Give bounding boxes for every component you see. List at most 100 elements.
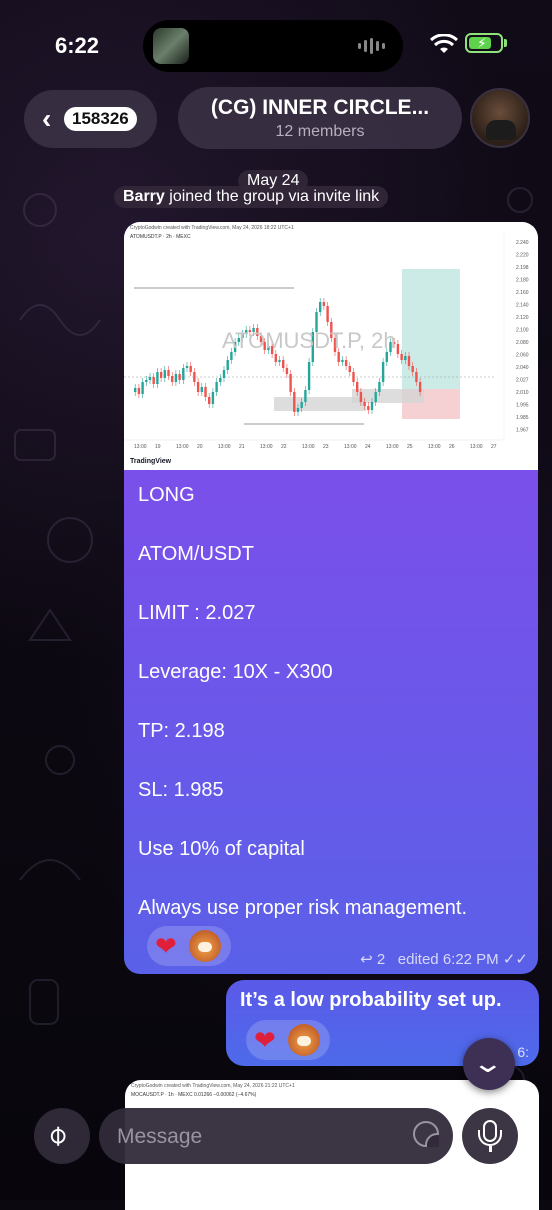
time-tick-label: 22 [281,444,287,450]
candle-body [196,382,200,392]
reactions[interactable]: ❤ [147,926,231,966]
dynamic-island [143,20,403,72]
chat-title[interactable]: (CG) INNER CIRCLE... 12 members [178,87,462,149]
battery-icon: ⚡ [465,33,503,53]
candle-body [219,378,222,382]
time-tick-label: 13:00 [176,444,189,450]
candle-body [226,360,229,370]
own-message-text: It’s a low probability set up. [240,989,502,1011]
candle-body [282,360,285,368]
price-tick-label: 2.240 [516,240,529,246]
time-tick-label: 13:00 [428,444,441,450]
message-input-box[interactable] [99,1108,453,1164]
time-tick-label: 19 [155,444,161,450]
signal-limit: LIMIT : 2.027 [138,602,256,624]
voice-record-button[interactable] [462,1108,518,1164]
heart-reaction-icon: ❤ [155,931,177,961]
candle-body [411,366,414,372]
status-bar: 6:22 ⚡ [0,0,552,90]
price-tick-label: 2.027 [516,378,529,384]
price-tick-label: 2.160 [516,290,529,296]
message-input[interactable] [115,1120,389,1154]
chart-symbol: ATOMUSDT.P · 2h · MEXC [130,234,191,240]
sticker-icon[interactable] [413,1121,439,1147]
candle-body [367,406,370,410]
signal-message[interactable]: 2.240 2.220 2.198 2.180 2.160 2.140 2.120 2.100… [124,222,538,974]
price-tick-label: 2.040 [516,365,529,371]
signal-sl: SL: 1.985 [138,779,224,801]
candle-body [293,392,296,412]
candle-body [141,382,144,394]
chart-image[interactable]: 2.240 2.220 2.198 2.180 2.160 2.140 2.120 2.100… [124,222,538,470]
unread-count-badge: 158326 [64,107,137,131]
candle-body [274,354,277,362]
price-tick-label: 2.180 [516,278,529,284]
candle-body [400,354,403,360]
candle-body [163,370,166,378]
candle-body [215,382,218,392]
candle-body [385,352,388,362]
time-tick-label: 13:00 [260,444,273,450]
price-tick-label: 2.080 [516,340,529,346]
scroll-down-button[interactable]: ⌄ [463,1038,515,1090]
candle-body [307,362,311,390]
group-avatar[interactable] [470,88,530,148]
price-tick-label: 2.120 [516,315,529,321]
chart-watermark: ATOMUSDT.P, 2h [222,328,396,353]
candle-body [322,302,326,306]
candle-body [204,387,207,397]
candle-body [381,362,385,382]
candle-body [319,302,322,312]
candle-body [396,344,400,354]
price-tick-label: 2.220 [516,253,529,259]
candle-body [159,372,163,378]
audio-wave-icon [358,38,385,54]
candle-body [156,372,159,384]
candle-body [407,356,411,366]
candle-body [145,380,148,382]
signal-leverage: Leverage: 10X - X300 [138,661,333,683]
signal-tp: TP: 2.198 [138,720,225,742]
join-username: Barry [123,188,165,205]
candle-body [352,372,355,382]
reactor-avatar [288,1024,320,1056]
candle-body [348,366,351,372]
price-tick-label: 2.010 [516,390,529,396]
time-tick-label: 26 [449,444,455,450]
candle-body [178,374,181,380]
price-tick-label: 2.140 [516,303,529,309]
time-tick-label: 13:00 [386,444,399,450]
price-tick-label: 1.995 [516,403,529,409]
candle-body [300,402,303,408]
attach-button[interactable]: ⌀ [34,1108,90,1164]
tradingview-logo: TradingView [130,458,172,465]
price-tick-label: 2.100 [516,328,529,334]
own-reactions[interactable]: ❤ [246,1020,330,1060]
candle-body [404,356,407,360]
candle-body [189,366,192,372]
next-chart-credit: CryptoGodwin created with TradingView.co… [131,1083,295,1089]
candle-body [171,376,174,382]
candle-body [341,360,344,362]
candle-body [193,372,196,382]
candle-body [363,402,366,406]
price-tick-label: 2.060 [516,353,529,359]
candle-body [182,368,185,380]
signal-direction: LONG [138,484,195,506]
date-separator: May 24 [238,170,309,192]
back-button[interactable]: ‹ 158326 [24,90,157,148]
clock: 6:22 [55,33,100,58]
candle-body [230,352,233,360]
candle-body [134,388,137,392]
candle-body [152,377,155,384]
candle-body [296,408,300,412]
candlestick-chart: 2.240 2.220 2.198 2.180 2.160 2.140 2.120 2.100… [124,232,529,450]
candle-body [285,368,289,374]
time-tick-label: 13:00 [470,444,483,450]
candle-body [185,366,189,368]
signal-risk-note: Always use proper risk management. [138,897,468,919]
candle-body [378,382,381,392]
time-tick-label: 13:00 [302,444,315,450]
signal-capital: Use 10% of capital [138,838,305,860]
read-checks-icon: ✓✓ [502,951,528,968]
